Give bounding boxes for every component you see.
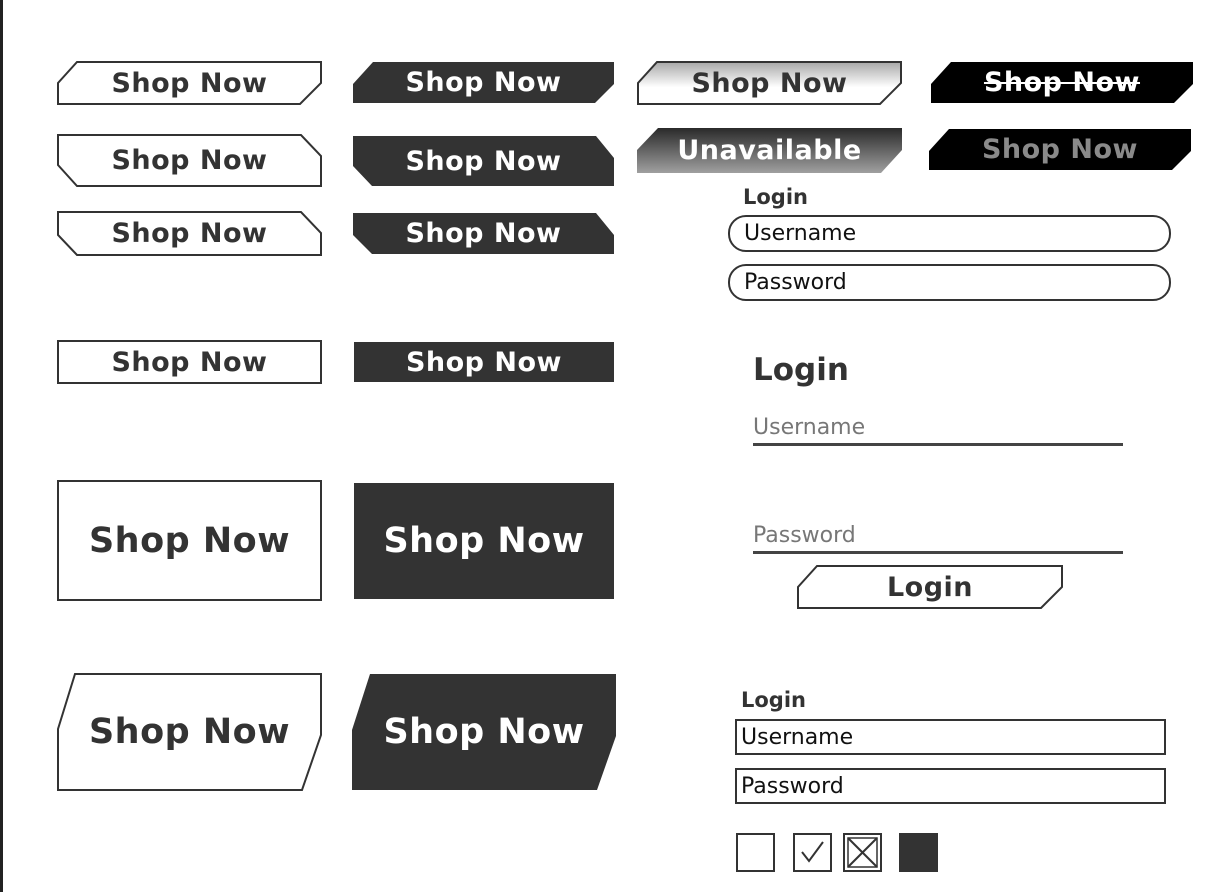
username-box-field[interactable]	[735, 719, 1166, 755]
shop-now-button-outline-slant[interactable]: Shop Now	[57, 673, 322, 791]
checkbox-checked[interactable]	[793, 833, 832, 872]
shop-now-button-outline-arrow[interactable]: Shop Now	[57, 134, 322, 187]
username-pill-field[interactable]	[728, 215, 1171, 252]
button-label: Shop Now	[111, 145, 268, 176]
button-label: Shop Now	[983, 67, 1141, 98]
username-underline-field[interactable]	[753, 413, 1123, 446]
checkbox-unchecked[interactable]	[736, 833, 775, 872]
button-label: Shop Now	[383, 712, 585, 752]
login-box-title: Login	[741, 688, 806, 712]
button-label: Shop Now	[691, 67, 848, 99]
shop-now-button-outline-rect[interactable]: Shop Now	[57, 340, 322, 384]
login-pill-title: Login	[743, 185, 808, 209]
shop-now-button-disabled-grey[interactable]: Shop Now	[929, 129, 1191, 170]
shop-now-button-dark-slant[interactable]: Shop Now	[352, 674, 616, 790]
button-label: Shop Now	[88, 520, 291, 561]
checkbox-crossed[interactable]	[843, 833, 882, 872]
button-label: Shop Now	[383, 521, 585, 561]
shop-now-button-dark-notch[interactable]: Shop Now	[353, 213, 614, 254]
shop-now-button-dark-rect[interactable]: Shop Now	[354, 342, 614, 382]
shop-now-button-dark-large[interactable]: Shop Now	[354, 483, 614, 599]
cross-icon	[847, 837, 878, 868]
shop-now-button-dark-arrow[interactable]: Shop Now	[353, 136, 614, 186]
button-label: Shop Now	[405, 346, 563, 378]
shop-now-button-outline-large[interactable]: Shop Now	[57, 480, 322, 601]
unavailable-button[interactable]: Unavailable	[637, 128, 902, 173]
button-label: Shop Now	[88, 712, 291, 752]
window-left-edge	[0, 0, 3, 892]
button-label: Login	[886, 571, 974, 603]
password-box-field[interactable]	[735, 768, 1166, 804]
shop-now-button-dark-chamfer[interactable]: Shop Now	[353, 62, 614, 103]
password-pill-field[interactable]	[728, 264, 1171, 301]
checkbox-filled[interactable]	[899, 833, 938, 872]
button-label: Shop Now	[111, 218, 268, 249]
password-underline-field[interactable]	[753, 521, 1123, 554]
button-label: Shop Now	[405, 67, 562, 98]
login-submit-button[interactable]: Login	[797, 565, 1063, 609]
button-label: Shop Now	[111, 67, 268, 99]
button-label: Shop Now	[405, 145, 562, 177]
button-label: Shop Now	[981, 134, 1139, 165]
shop-now-button-disabled-strike[interactable]: Shop Now	[931, 62, 1193, 103]
login-underline-title: Login	[753, 352, 849, 388]
button-label: Unavailable	[677, 135, 862, 166]
shop-now-button-outline-chamfer[interactable]: Shop Now	[57, 61, 322, 105]
shop-now-button-gradient[interactable]: Shop Now	[637, 61, 902, 105]
shop-now-button-outline-notch[interactable]: Shop Now	[57, 211, 322, 256]
checkmark-icon	[801, 841, 824, 863]
button-label: Shop Now	[111, 346, 268, 378]
button-label: Shop Now	[405, 218, 562, 249]
